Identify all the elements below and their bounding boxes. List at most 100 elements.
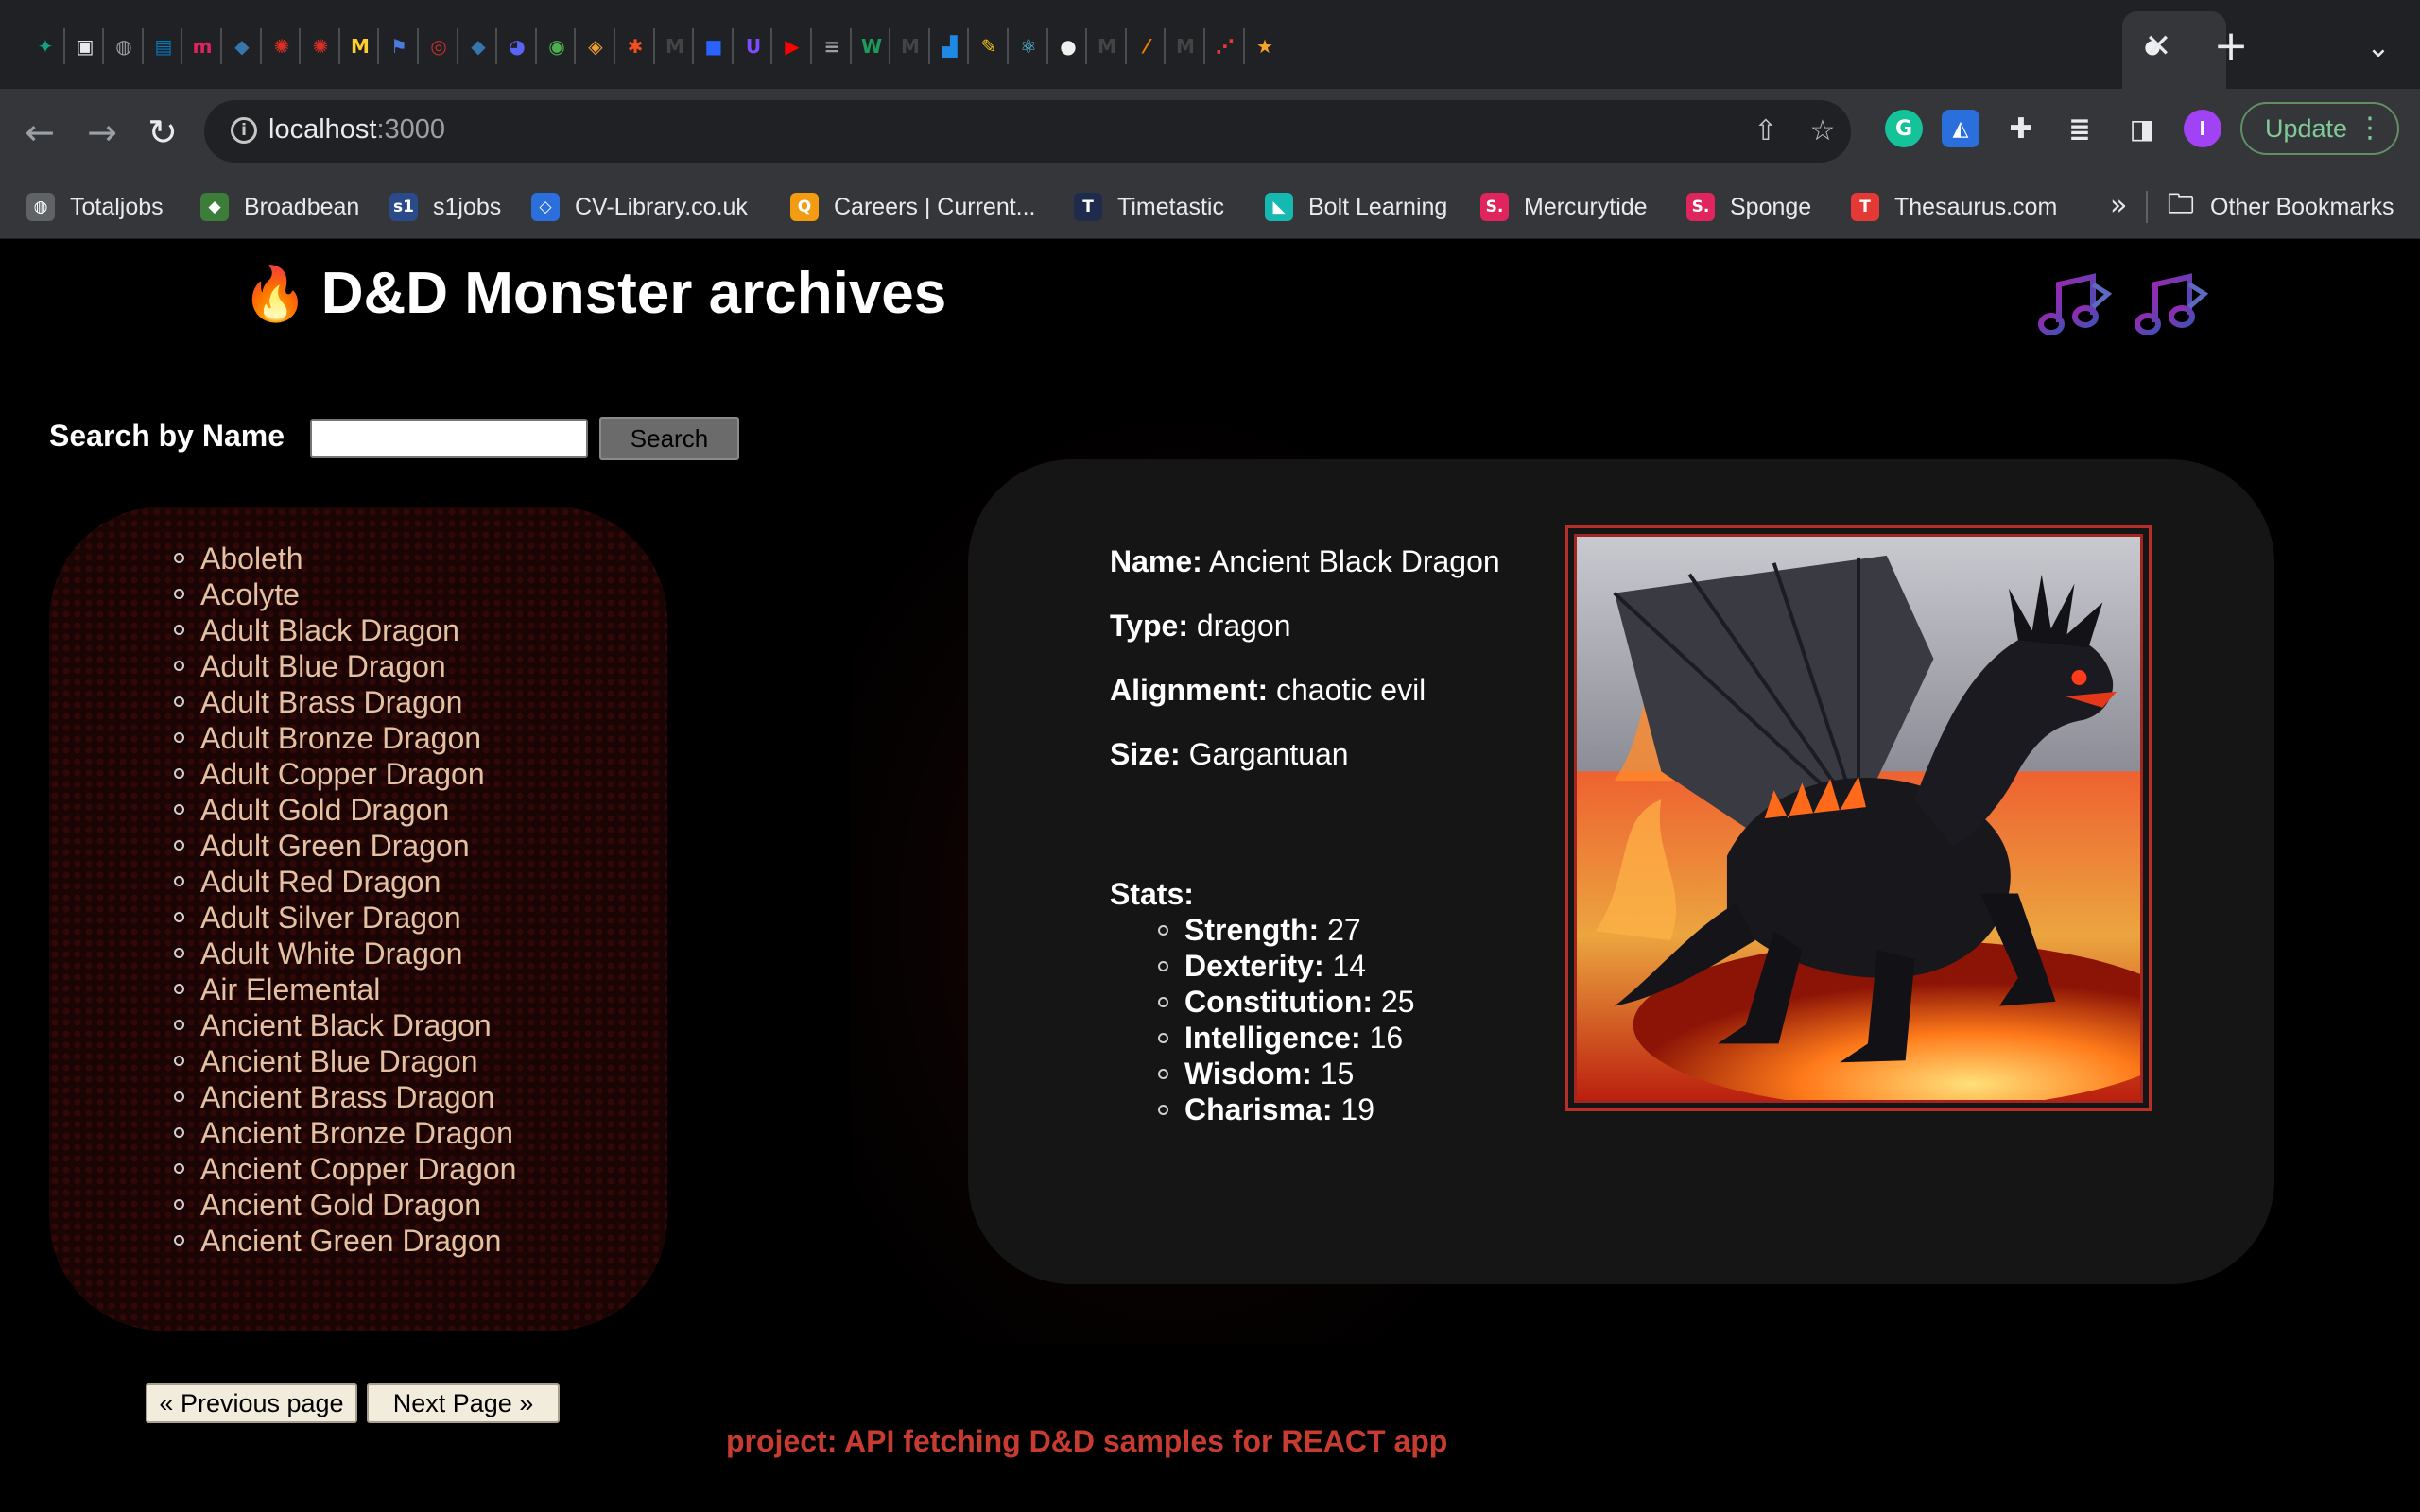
bookmark-star-icon[interactable]: ☆ [1806,113,1840,147]
red-badge-icon[interactable]: ✺ [303,29,337,63]
wand-icon[interactable]: ⁄ [1130,29,1164,63]
youtube-icon[interactable]: ▶ [775,29,809,63]
back-arrow-icon[interactable]: ← [17,110,62,155]
python-icon[interactable]: ◆ [461,29,495,63]
bookmark-item[interactable]: s1 s1jobs [389,191,501,223]
monster-list-item[interactable]: Ancient Gold Dragon [174,1187,516,1223]
menu-dots-icon[interactable]: ⋮ [2356,112,2384,145]
music-note-icon[interactable] [2034,266,2114,345]
monster-name-link[interactable]: Acolyte [200,577,300,611]
red-badge-icon[interactable]: ✺ [265,29,299,63]
monster-name-link[interactable]: Adult Black Dragon [200,613,459,647]
monster-list-item[interactable]: Aboleth [174,541,516,576]
bookmark-item[interactable]: ◇ CV-Library.co.uk [531,191,748,223]
monster-name-link[interactable]: Adult White Dragon [200,936,462,971]
monster-list-item[interactable]: Ancient Blue Dragon [174,1043,516,1079]
search-input[interactable] [310,419,588,458]
bookmark-item[interactable]: T Timetastic [1074,191,1224,223]
bookmark-item[interactable]: ◣ Bolt Learning [1265,191,1447,223]
close-tab-icon[interactable]: ✕ [2140,27,2176,65]
monster-name-link[interactable]: Ancient Blue Dragon [200,1044,478,1078]
other-bookmarks-folder[interactable]: 🗀 Other Bookmarks [2167,188,2394,223]
star-icon[interactable]: ★ [1248,29,1282,63]
spiral-icon[interactable]: ◎ [422,29,456,63]
monster-list-item[interactable]: Acolyte [174,576,516,612]
url-text[interactable]: localhost:3000 [268,114,445,146]
monster-name-link[interactable]: Ancient Gold Dragon [200,1188,481,1222]
monster-list-item[interactable]: Adult Red Dragon [174,864,516,900]
monster-list-item[interactable]: Adult Brass Dragon [174,684,516,720]
webpage-icon[interactable]: ▣ [68,29,102,63]
site-info-icon[interactable]: i [231,117,257,144]
monster-list-item[interactable]: Adult Green Dragon [174,828,516,864]
monster-name-link[interactable]: Adult Red Dragon [200,865,441,899]
m-icon[interactable]: M [1168,29,1202,63]
blue-square-icon[interactable]: ■ [697,29,731,63]
monster-name-link[interactable]: Adult Bronze Dragon [200,721,481,755]
medal-icon[interactable]: ◈ [579,29,613,63]
discord-icon[interactable]: ◕ [500,29,534,63]
music-note-icon[interactable] [2131,266,2210,345]
bookmark-item[interactable]: Q Careers | Current... [790,191,1036,223]
profile-avatar[interactable]: I [2184,110,2221,147]
chart-icon[interactable]: ▟ [933,29,967,63]
monster-name-link[interactable]: Adult Brass Dragon [200,685,462,719]
monster-name-link[interactable]: Ancient Brass Dragon [200,1080,494,1114]
media-queue-icon[interactable]: ≣ [2061,110,2099,147]
share-icon[interactable]: ⇧ [1749,113,1783,147]
ui-icon[interactable]: U [736,29,770,63]
update-button[interactable]: Update ⋮ [2240,102,2399,155]
bookmark-item[interactable]: ◆ Broadbean [200,191,359,223]
monster-name-link[interactable]: Adult Green Dragon [200,829,470,863]
side-panel-icon[interactable]: ◨ [2123,110,2161,147]
globe-icon[interactable]: ◍ [107,29,141,63]
monster-list-item[interactable]: Ancient Black Dragon [174,1007,516,1043]
monster-name-link[interactable]: Adult Silver Dragon [200,901,461,935]
next-page-button[interactable]: Next Page » [367,1383,560,1423]
monster-list-item[interactable]: Adult Copper Dragon [174,756,516,792]
tab-search-chevron-icon[interactable]: ⌄ [2360,28,2397,66]
monster-list-item[interactable]: Air Elemental [174,971,516,1007]
asterisk-icon[interactable]: ✱ [618,29,652,63]
react-icon[interactable]: ⚛ [1011,29,1046,63]
monster-name-link[interactable]: Adult Copper Dragon [200,757,485,791]
monster-name-link[interactable]: Ancient Bronze Dragon [200,1116,513,1150]
new-tab-icon[interactable]: + [2210,22,2252,70]
frog-icon[interactable]: ◉ [540,29,574,63]
forward-arrow-icon[interactable]: → [79,110,125,155]
w-icon[interactable]: W [855,29,889,63]
bookmark-item[interactable]: T Thesaurus.com [1851,191,2057,223]
m-icon[interactable]: m [185,29,219,63]
monster-name-link[interactable]: Ancient Copper Dragon [200,1152,516,1186]
monster-list-item[interactable]: Adult Blue Dragon [174,648,516,684]
monster-list-item[interactable]: Ancient Brass Dragon [174,1079,516,1115]
trello-icon[interactable]: ▤ [147,29,181,63]
monster-list-item[interactable]: Adult Silver Dragon [174,900,516,936]
bookmark-item[interactable]: S. Sponge [1686,191,1811,223]
reload-icon[interactable]: ↻ [140,110,185,155]
python-icon[interactable]: ◆ [225,29,259,63]
monster-list-item[interactable]: Adult Gold Dragon [174,792,516,828]
monster-list-item[interactable]: Ancient Green Dragon [174,1223,516,1259]
previous-page-button[interactable]: « Previous page [146,1383,357,1423]
monster-list-item[interactable]: Ancient Bronze Dragon [174,1115,516,1151]
grammarly-icon[interactable]: G [1885,110,1923,147]
m-icon[interactable]: M [893,29,927,63]
github-icon[interactable]: ● [1051,29,1085,63]
chatgpt-icon[interactable]: ✦ [28,29,62,63]
miro-icon[interactable]: M [343,29,377,63]
search-button[interactable]: Search [599,417,739,460]
database-icon[interactable]: ≡ [815,29,849,63]
dots-icon[interactable]: ⋰ [1208,29,1242,63]
monster-name-link[interactable]: Adult Blue Dragon [200,649,446,683]
monster-name-link[interactable]: Adult Gold Dragon [200,793,449,827]
more-bookmarks-chevron-icon[interactable]: » [2110,189,2127,222]
m-icon[interactable]: M [658,29,692,63]
monster-list-item[interactable]: Adult Bronze Dragon [174,720,516,756]
monster-name-link[interactable]: Ancient Black Dragon [200,1008,492,1042]
monster-list-item[interactable]: Adult Black Dragon [174,612,516,648]
flag-icon[interactable]: ⚑ [382,29,416,63]
monster-list-item[interactable]: Ancient Copper Dragon [174,1151,516,1187]
monster-name-link[interactable]: Aboleth [200,541,303,576]
m-icon[interactable]: M [1090,29,1124,63]
